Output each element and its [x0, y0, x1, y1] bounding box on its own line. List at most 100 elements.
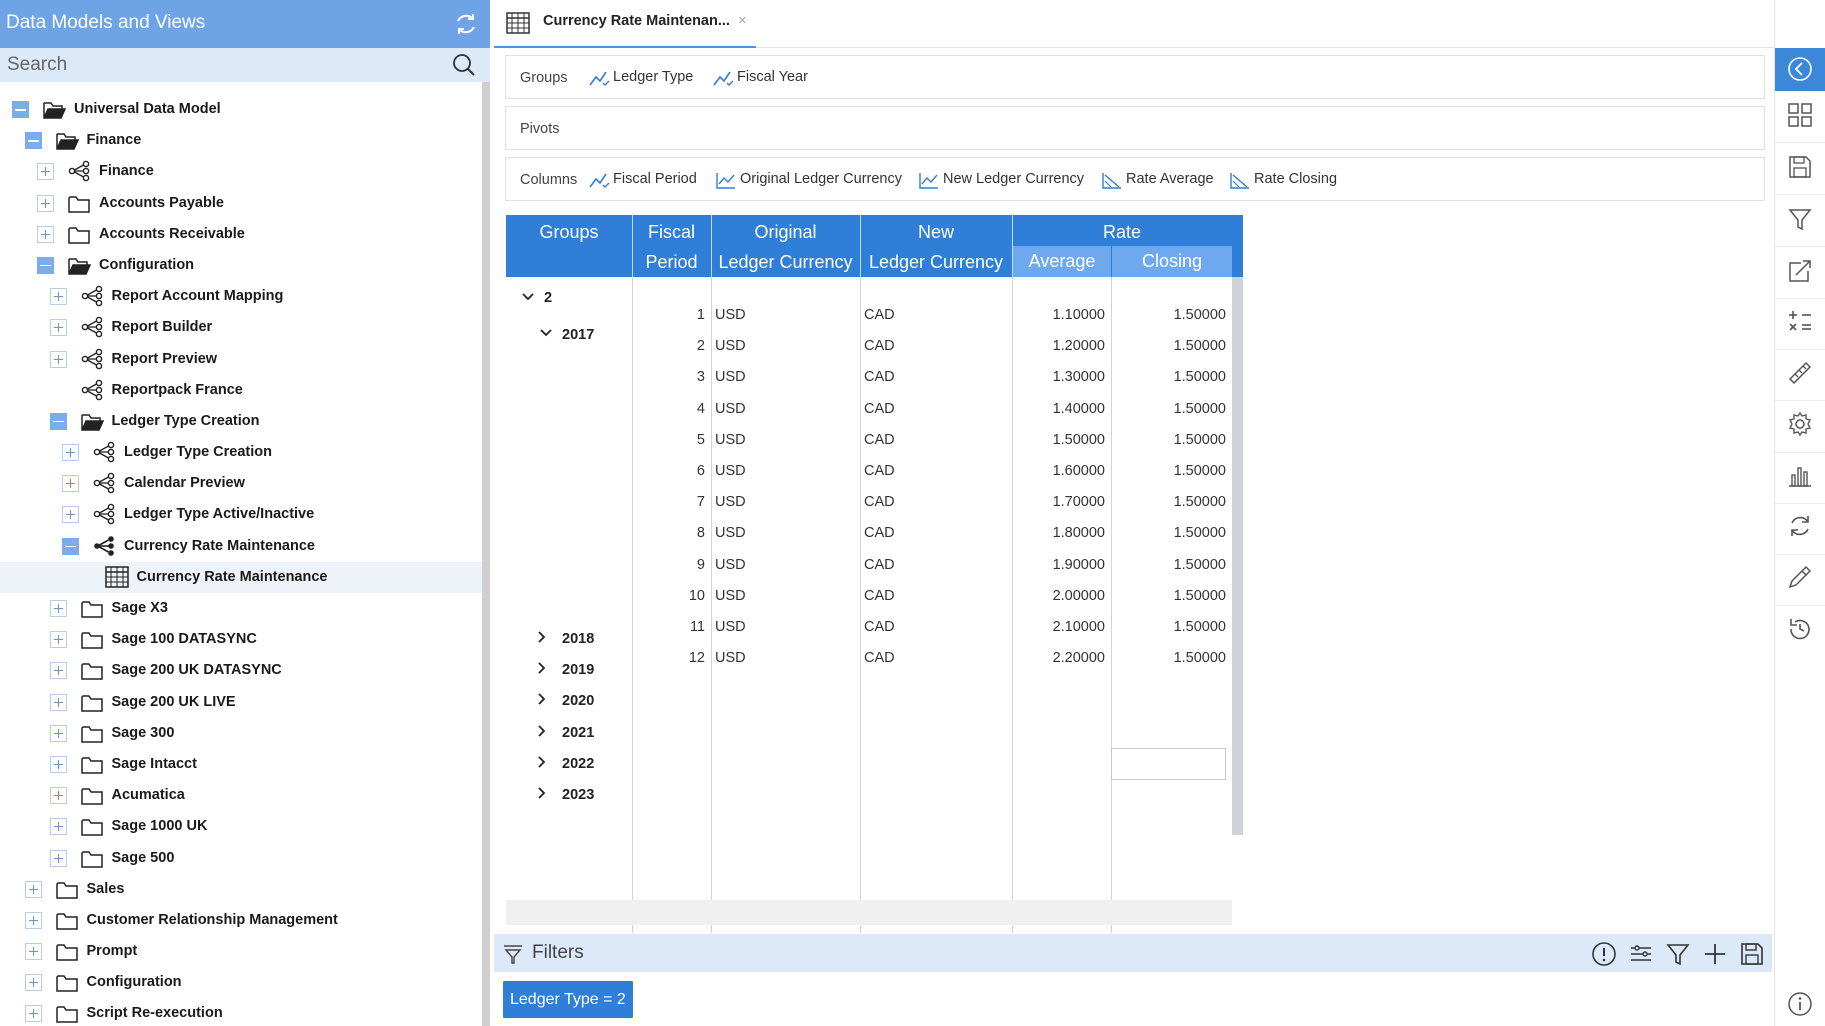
expand-icon[interactable] [49, 818, 67, 836]
header-period[interactable]: Period [632, 252, 711, 273]
info-icon[interactable] [1787, 991, 1813, 1017]
tree-item[interactable]: Ledger Type Creation [0, 437, 482, 468]
cell-fiscal-period[interactable]: 1 [632, 307, 705, 323]
filter-chip-ledger-type[interactable]: Ledger Type = 2 [503, 981, 633, 1018]
tree-item[interactable]: Sage 200 UK LIVE [0, 687, 482, 718]
chevron-right-icon[interactable] [535, 692, 549, 706]
cell-rate-closing[interactable]: 1.50000 [1111, 401, 1226, 417]
cell-rate-average[interactable]: 1.90000 [1012, 557, 1105, 573]
refresh-icon[interactable] [452, 10, 480, 38]
tree-item[interactable]: Prompt [0, 936, 482, 967]
collapse-icon[interactable] [62, 537, 79, 555]
cell-fiscal-period[interactable]: 11 [632, 619, 705, 635]
cell-fiscal-period[interactable]: 6 [632, 463, 705, 479]
cell-rate-closing[interactable]: 1.50000 [1111, 650, 1226, 666]
cell-new-ledger-currency[interactable]: CAD [864, 494, 1004, 510]
collapse-icon[interactable] [24, 132, 42, 150]
search-icon[interactable] [452, 53, 476, 77]
tree-item[interactable]: Customer Relationship Management [0, 905, 482, 936]
cell-original-ledger-currency[interactable]: USD [715, 588, 855, 604]
tree-item[interactable]: Accounts Payable [0, 188, 482, 219]
cell-rate-average[interactable]: 2.00000 [1012, 588, 1105, 604]
cell-original-ledger-currency[interactable]: USD [715, 401, 855, 417]
chevron-down-icon[interactable] [521, 290, 535, 304]
cell-original-ledger-currency[interactable]: USD [715, 432, 855, 448]
tree-item[interactable]: Script Re-execution [0, 998, 482, 1026]
tree-item[interactable]: Report Account Mapping [0, 281, 482, 312]
tree-item[interactable]: Reportpack France [0, 375, 482, 406]
cell-fiscal-period[interactable]: 2 [632, 338, 705, 354]
ruler-icon[interactable] [1787, 360, 1813, 386]
cell-original-ledger-currency[interactable]: USD [715, 557, 855, 573]
expand-icon[interactable] [49, 350, 67, 368]
cell-fiscal-period[interactable]: 12 [632, 650, 705, 666]
calculator-icon[interactable] [1787, 308, 1813, 334]
filter-icon[interactable] [1787, 206, 1813, 232]
expand-icon[interactable] [49, 849, 67, 867]
cell-original-ledger-currency[interactable]: USD [715, 463, 855, 479]
history-icon[interactable] [1787, 616, 1813, 642]
pivots-row[interactable]: Pivots [505, 106, 1765, 150]
cell-fiscal-period[interactable]: 7 [632, 494, 705, 510]
header-fiscal[interactable]: Fiscal [632, 222, 711, 243]
tree-item[interactable]: Ledger Type Creation [0, 406, 482, 437]
tab-close-icon[interactable]: × [738, 12, 747, 29]
cell-rate-average[interactable]: 1.50000 [1012, 432, 1105, 448]
expand-icon[interactable] [24, 911, 42, 929]
expand-icon[interactable] [49, 631, 67, 649]
cell-rate-closing[interactable]: 1.50000 [1111, 619, 1226, 635]
expand-icon[interactable] [24, 943, 42, 961]
chevron-right-icon[interactable] [535, 755, 549, 769]
cell-rate-closing[interactable]: 1.50000 [1111, 494, 1226, 510]
cell-fiscal-period[interactable]: 5 [632, 432, 705, 448]
cell-new-ledger-currency[interactable]: CAD [864, 588, 1004, 604]
grid-edit-cell[interactable] [1111, 748, 1226, 780]
filter-collapse-icon[interactable] [502, 943, 524, 965]
tree-item[interactable]: Report Builder [0, 312, 482, 343]
bar-chart-icon[interactable] [1787, 463, 1813, 489]
collapse-icon[interactable] [49, 412, 67, 430]
cell-new-ledger-currency[interactable]: CAD [864, 463, 1004, 479]
list-settings-icon[interactable] [1628, 941, 1654, 967]
expand-icon[interactable] [49, 662, 67, 680]
chevron-right-icon[interactable] [535, 786, 549, 800]
cell-new-ledger-currency[interactable]: CAD [864, 557, 1004, 573]
sidebar-scrollbar-thumb[interactable] [482, 82, 490, 1026]
cell-new-ledger-currency[interactable]: CAD [864, 432, 1004, 448]
save-icon[interactable] [1739, 941, 1765, 967]
cell-fiscal-period[interactable]: 9 [632, 557, 705, 573]
tree-item[interactable]: Universal Data Model [0, 94, 482, 125]
expand-icon[interactable] [49, 288, 67, 306]
tree-item[interactable]: Sage 200 UK DATASYNC [0, 655, 482, 686]
chevron-down-icon[interactable] [539, 326, 553, 340]
header-rate[interactable]: Rate [1012, 222, 1232, 243]
header-new[interactable]: New [860, 222, 1012, 243]
cell-rate-closing[interactable]: 1.50000 [1111, 557, 1226, 573]
cell-rate-average[interactable]: 1.60000 [1012, 463, 1105, 479]
tree-item[interactable]: Calendar Preview [0, 468, 482, 499]
tree-item[interactable]: Sage X3 [0, 593, 482, 624]
cell-new-ledger-currency[interactable]: CAD [864, 525, 1004, 541]
cell-rate-closing[interactable]: 1.50000 [1111, 307, 1226, 323]
cell-original-ledger-currency[interactable]: USD [715, 369, 855, 385]
cell-rate-closing[interactable]: 1.50000 [1111, 338, 1226, 354]
cell-new-ledger-currency[interactable]: CAD [864, 401, 1004, 417]
cell-new-ledger-currency[interactable]: CAD [864, 338, 1004, 354]
header-average[interactable]: Average [1013, 246, 1111, 277]
refresh-icon[interactable] [1787, 513, 1813, 539]
expand-icon[interactable] [49, 319, 67, 337]
chevron-right-icon[interactable] [535, 630, 549, 644]
tree-item[interactable]: Currency Rate Maintenance [0, 531, 482, 562]
cell-rate-average[interactable]: 1.10000 [1012, 307, 1105, 323]
chevron-right-icon[interactable] [535, 724, 549, 738]
tree-item[interactable]: Sage 300 [0, 718, 482, 749]
expand-icon[interactable] [37, 163, 54, 181]
tree-item[interactable]: Finance [0, 156, 482, 187]
cell-rate-average[interactable]: 2.10000 [1012, 619, 1105, 635]
cell-rate-closing[interactable]: 1.50000 [1111, 588, 1226, 604]
cell-new-ledger-currency[interactable]: CAD [864, 619, 1004, 635]
cell-rate-closing[interactable]: 1.50000 [1111, 369, 1226, 385]
header-original-ledger-currency[interactable]: Ledger Currency [711, 252, 860, 273]
plus-icon[interactable] [1702, 941, 1728, 967]
cell-original-ledger-currency[interactable]: USD [715, 338, 855, 354]
